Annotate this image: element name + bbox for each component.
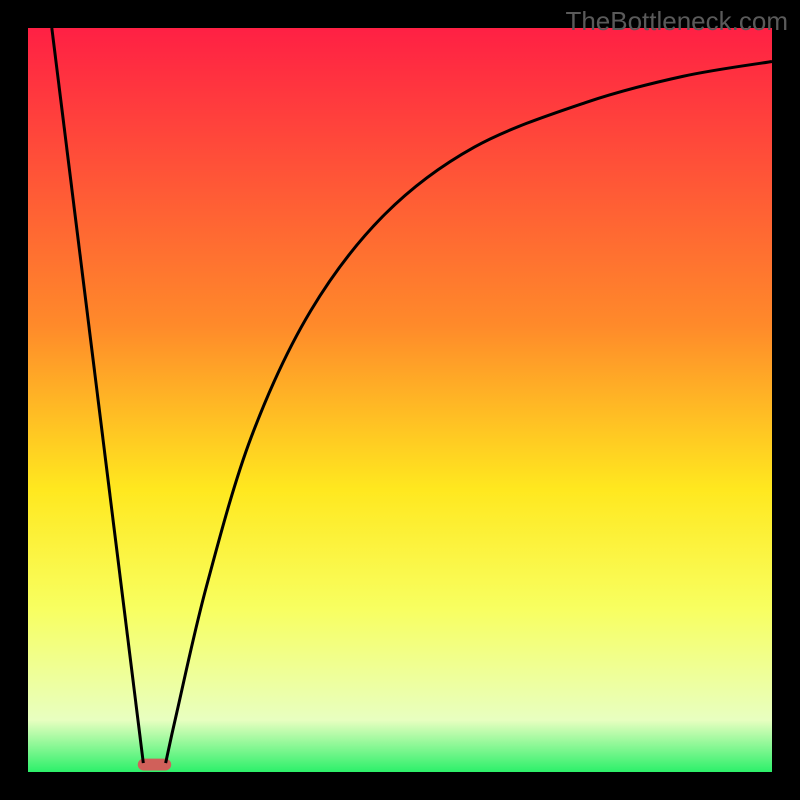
chart-container: TheBottleneck.com xyxy=(0,0,800,800)
watermark-text: TheBottleneck.com xyxy=(565,6,788,37)
bottleneck-chart xyxy=(0,0,800,800)
gradient-background xyxy=(28,28,772,772)
